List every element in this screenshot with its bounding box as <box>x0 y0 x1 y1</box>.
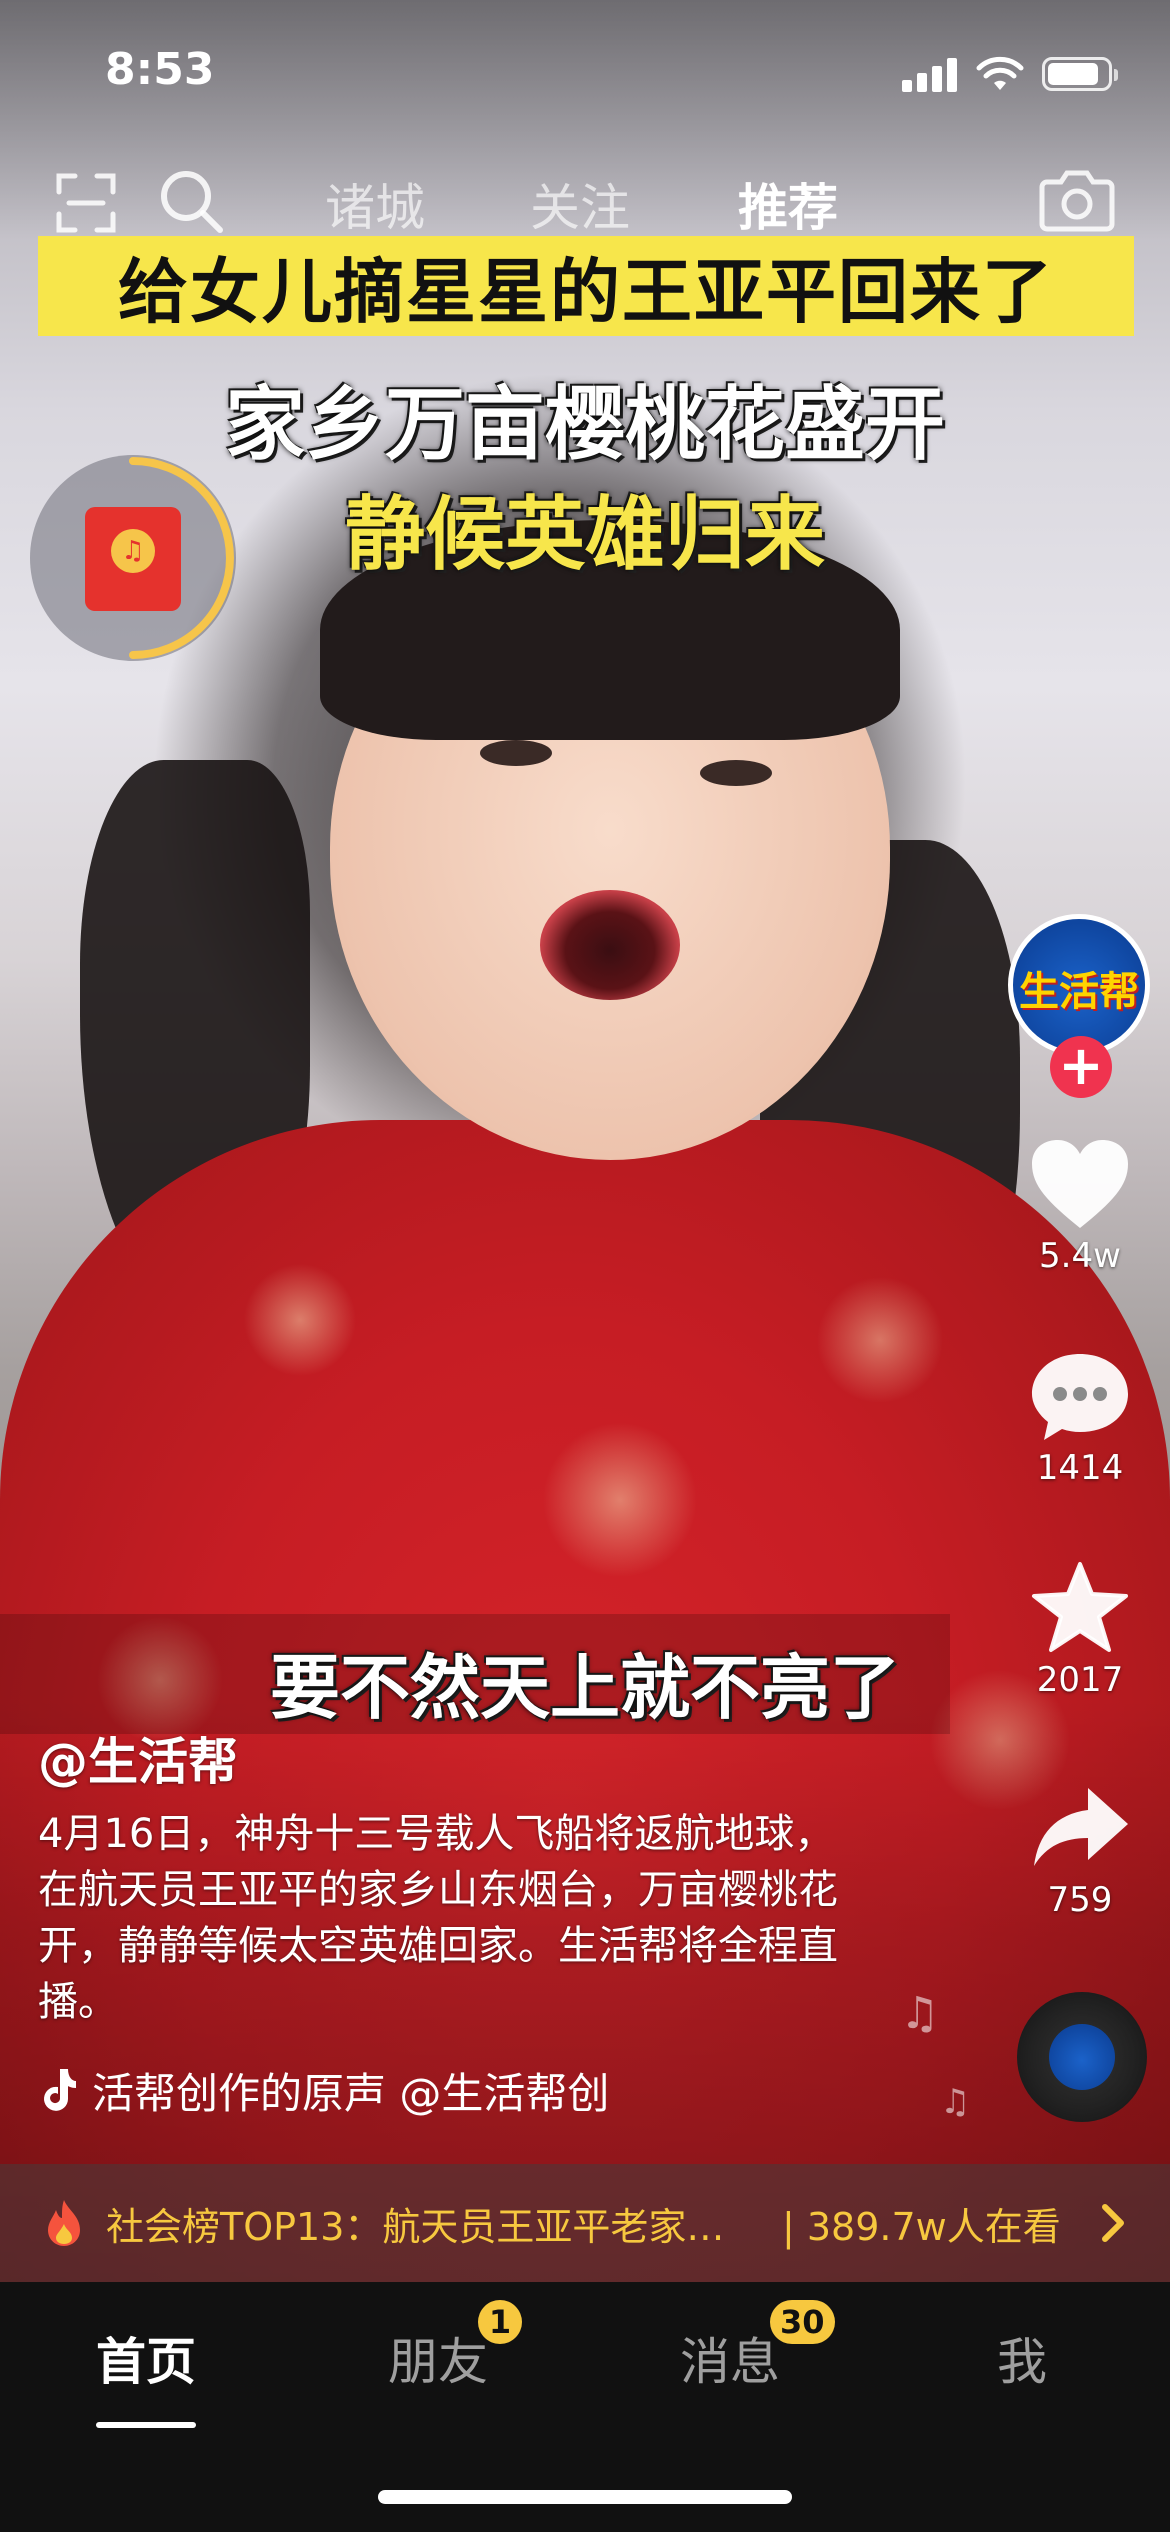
tab-zhucheng[interactable]: 诸城 <box>325 168 425 240</box>
share-icon <box>1034 1788 1128 1866</box>
fire-icon <box>48 2200 80 2246</box>
status-bar: 8:53 <box>0 0 1170 150</box>
hot-list-title: 社会榜TOP13：航天员王亚平老家… <box>106 2204 725 2249</box>
comment-button[interactable]: 1414 <box>1000 1348 1160 1488</box>
video-subtitle: 要不然天上就不亮了 <box>270 1647 900 1729</box>
post-description[interactable]: 4月16日，神舟十三号载人飞船将返航地球，在航天员王亚平的家乡山东烟台，万亩樱桃… <box>38 1806 858 2030</box>
music-note-coin-icon: ♫ <box>111 529 155 573</box>
friends-badge: 1 <box>478 2300 522 2344</box>
video-eye-right <box>700 760 772 786</box>
comment-count: 1414 <box>1036 1448 1124 1488</box>
video-headline: 给女儿摘星星的王亚平回来了 <box>118 250 1054 333</box>
floating-note-icon-small: ♫ <box>940 2082 971 2122</box>
like-button[interactable]: 5.4w <box>1000 1136 1160 1276</box>
video-eye-left <box>480 740 552 766</box>
music-disc-cover <box>1049 2024 1115 2090</box>
scan-icon[interactable] <box>55 172 117 234</box>
red-packet-icon: ♫ <box>85 507 181 611</box>
video-mouth <box>540 890 680 1000</box>
hot-list-viewers: | 389.7w人在看 <box>782 2204 1061 2249</box>
tab-following[interactable]: 关注 <box>530 168 630 240</box>
share-count: 759 <box>1047 1880 1113 1920</box>
post-author[interactable]: @生活帮 <box>38 1722 238 1794</box>
like-count: 5.4w <box>1039 1236 1121 1276</box>
messages-badge: 30 <box>770 2300 835 2344</box>
music-info[interactable]: 活帮创作的原声 @生活帮创 <box>38 2060 658 2120</box>
comment-icon <box>1032 1354 1128 1440</box>
follow-button[interactable]: + <box>1050 1036 1112 1098</box>
author-avatar-text: 生活帮 <box>1019 969 1139 1015</box>
music-title: 活帮创作的原声 @生活帮创 <box>92 2068 610 2118</box>
status-time: 8:53 <box>105 44 215 95</box>
tiktok-note-icon <box>44 2069 76 2111</box>
search-icon[interactable] <box>158 168 226 236</box>
cellular-signal-icon <box>902 56 958 92</box>
bottom-tab-bar: 首页 朋友 1 消息 30 我 <box>0 2282 1170 2532</box>
heart-icon <box>1032 1140 1128 1228</box>
music-disc-icon[interactable] <box>1017 1992 1147 2122</box>
tab-home-indicator <box>96 2422 196 2428</box>
hot-list-banner[interactable]: 社会榜TOP13：航天员王亚平老家… | 389.7w人在看 <box>0 2164 1170 2282</box>
red-packet-widget[interactable]: ♫ <box>30 455 236 661</box>
tab-recommended[interactable]: 推荐 <box>738 168 838 240</box>
home-indicator <box>378 2490 792 2504</box>
tab-me[interactable]: 我 <box>922 2322 1122 2394</box>
share-button[interactable]: 759 <box>1000 1780 1160 1920</box>
floating-note-icon: ♫ <box>900 1988 940 2039</box>
tab-home[interactable]: 首页 <box>46 2322 246 2394</box>
video-headline-banner: 给女儿摘星星的王亚平回来了 <box>38 236 1134 336</box>
action-rail: 生活帮 + 5.4w 1414 2017 759 ♫ ♫ <box>900 0 1170 2282</box>
chevron-right-icon <box>1102 2204 1124 2242</box>
